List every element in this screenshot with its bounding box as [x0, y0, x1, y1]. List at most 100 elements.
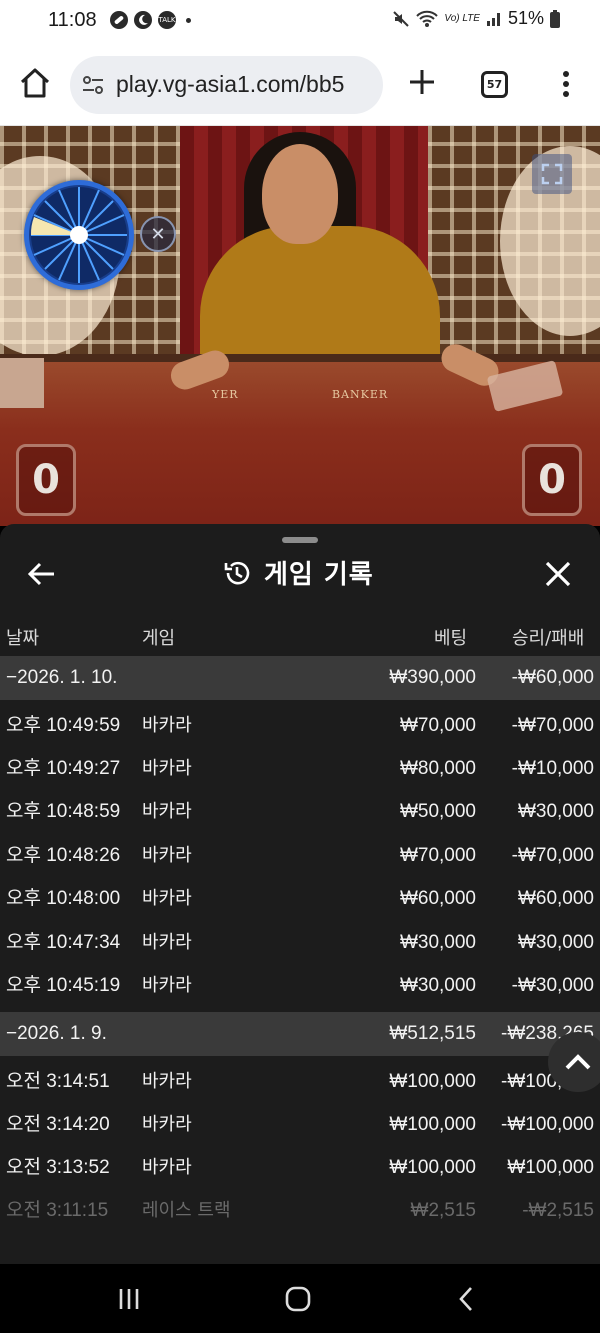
notification-icons: TALK [110, 11, 191, 29]
row-bet: ₩70,000 [399, 845, 476, 866]
row-game: 바카라 [142, 888, 192, 909]
table-row[interactable]: 오전 3:11:15 레이스 트랙 ₩2,515 -₩2,515 [0, 1189, 600, 1232]
row-result: -₩2,515 [522, 1200, 594, 1221]
group-result-total: -₩60,000 [511, 667, 594, 688]
back-nav-icon[interactable] [452, 1284, 482, 1314]
address-bar[interactable]: play.vg-asia1.com/bb5 [70, 56, 383, 114]
table-row[interactable]: 오후 10:48:26 바카라 ₩70,000 -₩70,000 [0, 834, 600, 877]
group-date: −2026. 1. 9. [6, 1023, 107, 1044]
row-game: 바카라 [142, 1071, 192, 1092]
row-game: 바카라 [142, 932, 192, 953]
row-result: -₩70,000 [511, 715, 594, 736]
home-icon[interactable] [18, 66, 52, 100]
row-game: 바카라 [142, 801, 192, 822]
row-time: 오전 3:11:15 [6, 1200, 109, 1221]
status-right: Vo) LTE 51% [392, 8, 560, 29]
dealer-head [262, 144, 338, 244]
row-game: 바카라 [142, 1114, 192, 1135]
row-bet: ₩50,000 [399, 801, 476, 822]
more-menu-icon[interactable] [556, 68, 576, 100]
pill-icon [110, 11, 128, 29]
table-row[interactable]: 오전 3:14:51 바카라 ₩100,000 -₩100,000 [0, 1060, 600, 1103]
sheet-header: 게임 기록 [222, 554, 374, 591]
table-row[interactable]: 오전 3:14:20 바카라 ₩100,000 -₩100,000 [0, 1103, 600, 1146]
sheet-title: 게임 기록 [264, 560, 374, 590]
banker-score: 0 [522, 444, 582, 516]
row-game: 바카라 [142, 758, 192, 779]
home-nav-icon[interactable] [283, 1284, 313, 1314]
site-settings-icon[interactable] [82, 75, 104, 95]
url-text[interactable]: play.vg-asia1.com/bb5 [116, 71, 344, 98]
history-icon [224, 561, 250, 584]
recent-apps-icon[interactable] [114, 1284, 144, 1314]
status-time: 11:08 [48, 9, 97, 31]
row-time: 오후 10:48:59 [6, 801, 121, 822]
date-group-header[interactable]: −2026. 1. 9. ₩512,515 -₩238,265 [0, 1012, 600, 1056]
table-row[interactable]: 오후 10:49:27 바카라 ₩80,000 -₩10,000 [0, 747, 600, 790]
felt-banker-label: BANKER [332, 388, 389, 401]
game-history-sheet: 게임 기록 날짜 게임 베팅 승리/패배 −2026. 1. 10. ₩390,… [0, 524, 600, 1264]
tab-switcher-button[interactable]: 57 [481, 71, 508, 98]
date-group-header[interactable]: −2026. 1. 10. ₩390,000 -₩60,000 [0, 656, 600, 700]
discard-box [0, 358, 44, 408]
dot-icon [186, 17, 191, 23]
wheel-close-button[interactable]: ✕ [140, 216, 176, 252]
row-result: ₩60,000 [517, 888, 594, 909]
row-bet: ₩30,000 [399, 975, 476, 996]
row-result: -₩70,000 [511, 845, 594, 866]
row-bet: ₩100,000 [389, 1114, 476, 1135]
group-bet-total: ₩512,515 [389, 1023, 476, 1044]
table-row[interactable]: 오후 10:49:59 바카라 ₩70,000 -₩70,000 [0, 704, 600, 747]
close-icon[interactable] [542, 558, 574, 590]
status-bar: 11:08 TALK Vo) LTE 51% [0, 0, 600, 44]
row-time: 오후 10:45:19 [6, 975, 121, 996]
row-bet: ₩80,000 [399, 758, 476, 779]
table-row[interactable]: 오후 10:48:59 바카라 ₩50,000 ₩30,000 [0, 790, 600, 833]
wheel-widget-icon[interactable] [24, 180, 134, 290]
talk-icon: TALK [158, 11, 176, 29]
row-bet: ₩30,000 [399, 932, 476, 953]
row-result: -₩30,000 [511, 975, 594, 996]
row-time: 오전 3:13:52 [6, 1157, 110, 1178]
table-row[interactable]: 오전 3:13:52 바카라 ₩100,000 ₩100,000 [0, 1146, 600, 1189]
column-game: 게임 [142, 628, 176, 649]
group-date: −2026. 1. 10. [6, 667, 118, 688]
row-result: ₩30,000 [517, 932, 594, 953]
browser-toolbar: play.vg-asia1.com/bb5 57 [0, 44, 600, 126]
new-tab-icon[interactable] [406, 66, 438, 98]
row-bet: ₩100,000 [389, 1071, 476, 1092]
table-row[interactable]: 오후 10:48:00 바카라 ₩60,000 ₩60,000 [0, 877, 600, 920]
mute-icon [393, 10, 410, 27]
row-game: 바카라 [142, 715, 192, 736]
row-game: 레이스 트랙 [142, 1200, 231, 1221]
group-bet-total: ₩390,000 [389, 667, 476, 688]
row-bet: ₩60,000 [399, 888, 476, 909]
felt-player-label: YER [212, 388, 239, 401]
row-result: ₩100,000 [507, 1157, 594, 1178]
row-result: ₩30,000 [517, 801, 594, 822]
row-time: 오전 3:14:20 [6, 1114, 110, 1135]
table-row[interactable]: 오후 10:45:19 바카라 ₩30,000 -₩30,000 [0, 964, 600, 1007]
fullscreen-icon[interactable] [532, 154, 572, 194]
battery-icon [550, 9, 560, 28]
scroll-to-top-button[interactable] [548, 1032, 600, 1092]
row-time: 오후 10:49:27 [6, 758, 121, 779]
row-bet: ₩70,000 [399, 715, 476, 736]
back-arrow-icon[interactable] [26, 558, 58, 590]
live-video[interactable]: YER BANKER ✕ 0 0 [0, 126, 600, 526]
table-row[interactable]: 오후 10:47:34 바카라 ₩30,000 ₩30,000 [0, 921, 600, 964]
column-bet: 베팅 [434, 628, 468, 649]
row-time: 오후 10:49:59 [6, 715, 121, 736]
row-result: -₩10,000 [511, 758, 594, 779]
row-time: 오후 10:48:26 [6, 845, 121, 866]
drag-handle[interactable] [282, 537, 318, 543]
chevron-up-icon [565, 1054, 591, 1070]
row-result: -₩100,000 [501, 1114, 594, 1135]
battery-text: 51% [507, 8, 544, 28]
network-label: Vo) LTE [444, 13, 480, 24]
wifi-icon [416, 10, 439, 27]
moon-icon [134, 11, 152, 29]
row-game: 바카라 [142, 1157, 192, 1178]
column-result: 승리/패배 [512, 628, 585, 649]
row-bet: ₩2,515 [410, 1200, 476, 1221]
